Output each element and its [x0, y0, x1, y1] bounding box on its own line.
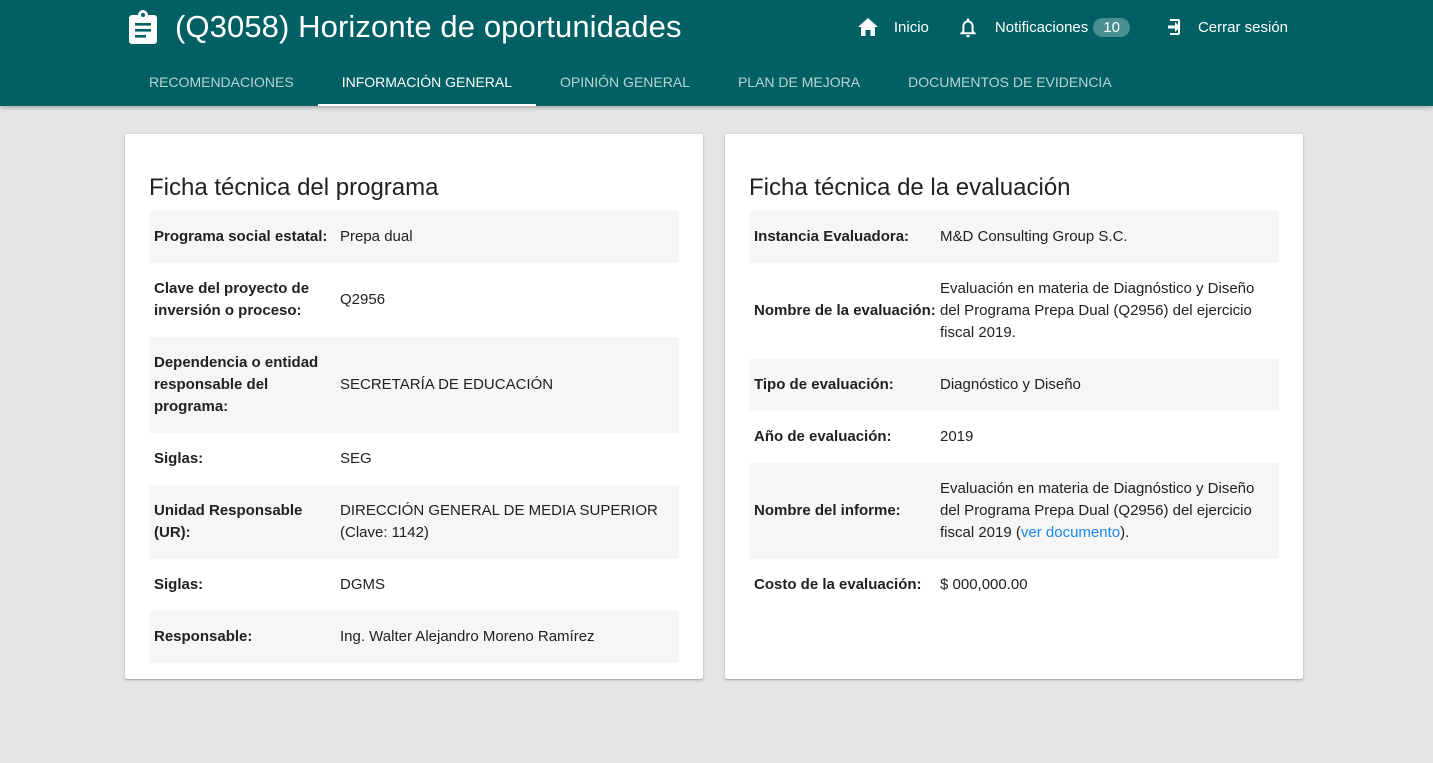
- evaluation-card-title: Ficha técnica de la evaluación: [749, 174, 1071, 201]
- row-label: Clave del proyecto de inversión o proces…: [154, 280, 310, 319]
- row-label: Unidad Responsable (UR):: [154, 502, 303, 541]
- row-value: Q2956: [340, 291, 386, 308]
- evaluation-card: Ficha técnica de la evaluación Instancia…: [725, 134, 1303, 679]
- logout-link[interactable]: Cerrar sesión: [1161, 17, 1288, 37]
- table-row: Dependencia o entidad responsable del pr…: [149, 337, 679, 433]
- row-label: Nombre del informe:: [754, 502, 901, 519]
- row-label: Tipo de evaluación:: [754, 376, 894, 393]
- table-row: Tipo de evaluación: Diagnóstico y Diseño: [749, 359, 1279, 411]
- program-card-title: Ficha técnica del programa: [149, 174, 439, 201]
- view-document-link[interactable]: ver documento: [1021, 524, 1120, 541]
- row-label: Responsable:: [154, 628, 253, 645]
- row-value: Prepa dual: [340, 228, 413, 245]
- row-value: $ 000,000.00: [940, 576, 1028, 593]
- home-link[interactable]: Inicio: [857, 17, 929, 37]
- evaluation-table: Instancia Evaluadora: M&D Consulting Gro…: [749, 211, 1279, 611]
- title-area: (Q3058) Horizonte de oportunidades: [128, 8, 682, 46]
- row-value: SECRETARÍA DE EDUCACIÓN: [340, 376, 554, 393]
- notifications-link[interactable]: Notificaciones 10: [959, 17, 1130, 38]
- page-title: (Q3058) Horizonte de oportunidades: [175, 9, 682, 44]
- logout-label: Cerrar sesión: [1197, 18, 1288, 36]
- row-label: Costo de la evaluación:: [754, 576, 922, 593]
- row-label: Año de evaluación:: [754, 428, 892, 445]
- bell-icon: [959, 17, 977, 38]
- row-label: Siglas:: [154, 450, 204, 467]
- tab-documentos-de-evidencia[interactable]: Documentos de evidencia: [884, 58, 1136, 106]
- notifications-label: Notificaciones: [994, 18, 1089, 36]
- row-value: 2019: [940, 428, 974, 445]
- report-name-suffix: ).: [1120, 524, 1130, 541]
- home-label: Inicio: [893, 18, 929, 36]
- table-row: Unidad Responsable (UR): DIRECCIÓN GENER…: [149, 485, 679, 559]
- app-header: (Q3058) Horizonte de oportunidades Inici…: [0, 0, 1433, 106]
- table-row: Programa social estatal: Prepa dual: [149, 211, 679, 263]
- table-row: Siglas: SEG: [149, 433, 679, 485]
- row-value: Evaluación en materia de Diagnóstico y D…: [940, 478, 1270, 544]
- row-label: Dependencia o entidad responsable del pr…: [154, 354, 319, 415]
- table-row: Instancia Evaluadora: M&D Consulting Gro…: [749, 211, 1279, 263]
- logout-icon: [1161, 17, 1181, 37]
- program-card: Ficha técnica del programa Programa soci…: [125, 134, 703, 679]
- tab-informacion-general[interactable]: Información general: [317, 58, 537, 106]
- row-label: Siglas:: [154, 576, 204, 593]
- table-row: Nombre de la evaluación: Evaluación en m…: [749, 263, 1279, 359]
- table-row: Clave del proyecto de inversión o proces…: [149, 263, 679, 337]
- row-label: Instancia Evaluadora:: [754, 228, 910, 245]
- tab-opinion-general[interactable]: Opinión general: [536, 58, 714, 106]
- clipboard-icon: [128, 10, 158, 44]
- row-label: Nombre de la evaluación:: [754, 302, 936, 319]
- tab-plan-de-mejora[interactable]: Plan de mejora: [714, 58, 884, 106]
- notifications-count-badge: 10: [1093, 17, 1130, 37]
- home-icon: [857, 17, 879, 37]
- program-table: Programa social estatal: Prepa dual Clav…: [149, 211, 679, 663]
- row-value: DIRECCIÓN GENERAL DE MEDIA SUPERIOR (Cla…: [340, 502, 658, 541]
- row-value: Diagnóstico y Diseño: [940, 376, 1081, 393]
- table-row: Siglas: DGMS: [149, 559, 679, 611]
- row-value: M&D Consulting Group S.C.: [940, 228, 1128, 245]
- table-row: Año de evaluación: 2019: [749, 411, 1279, 463]
- row-value: SEG: [340, 450, 372, 467]
- row-value: DGMS: [340, 576, 385, 593]
- table-row: Nombre del informe: Evaluación en materi…: [749, 463, 1279, 559]
- row-label: Programa social estatal:: [154, 228, 328, 245]
- section-tabs: Recomendaciones Información general Opin…: [125, 58, 1136, 106]
- row-value: Ing. Walter Alejandro Moreno Ramírez: [340, 628, 595, 645]
- table-row: Responsable: Ing. Walter Alejandro Moren…: [149, 611, 679, 663]
- table-row: Costo de la evaluación: $ 000,000.00: [749, 559, 1279, 611]
- row-value: Evaluación en materia de Diagnóstico y D…: [940, 280, 1255, 341]
- tab-recomendaciones[interactable]: Recomendaciones: [125, 58, 318, 106]
- top-navigation: Inicio Notificaciones 10 Cerrar sesión: [857, 12, 1288, 42]
